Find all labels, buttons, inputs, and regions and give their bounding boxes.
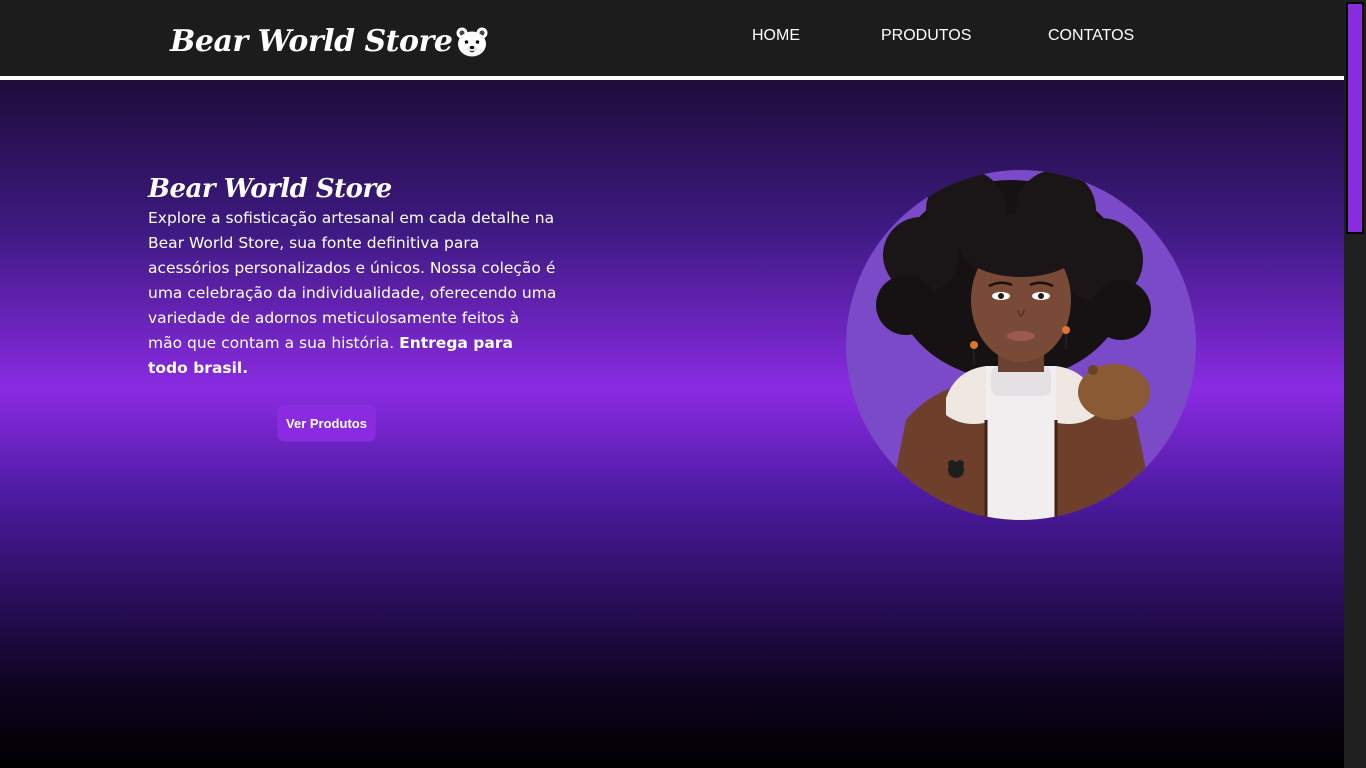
page: Bear World Store HOME PRODUTOS CONTATOS … (0, 0, 1344, 768)
site-header: Bear World Store HOME PRODUTOS CONTATOS (0, 0, 1344, 76)
bear-face-icon (456, 27, 488, 57)
nav-contatos[interactable]: CONTATOS (1048, 26, 1134, 46)
scrollbar-thumb[interactable] (1346, 2, 1364, 234)
nav-produtos[interactable]: PRODUTOS (881, 26, 971, 46)
portrait-illustration (876, 170, 1156, 520)
hero-description-text: Explore a sofisticação artesanal em cada… (148, 209, 557, 352)
hero-portrait-image (846, 170, 1196, 520)
nav-home[interactable]: HOME (752, 26, 800, 46)
vertical-scrollbar[interactable] (1344, 0, 1366, 768)
hero-description: Explore a sofisticação artesanal em cada… (148, 206, 558, 381)
logo[interactable]: Bear World Store (170, 22, 490, 62)
logo-text: Bear World Store (170, 24, 453, 59)
view-products-button[interactable]: Ver Produtos (278, 406, 375, 441)
hero-title: Bear World Store (148, 174, 392, 204)
